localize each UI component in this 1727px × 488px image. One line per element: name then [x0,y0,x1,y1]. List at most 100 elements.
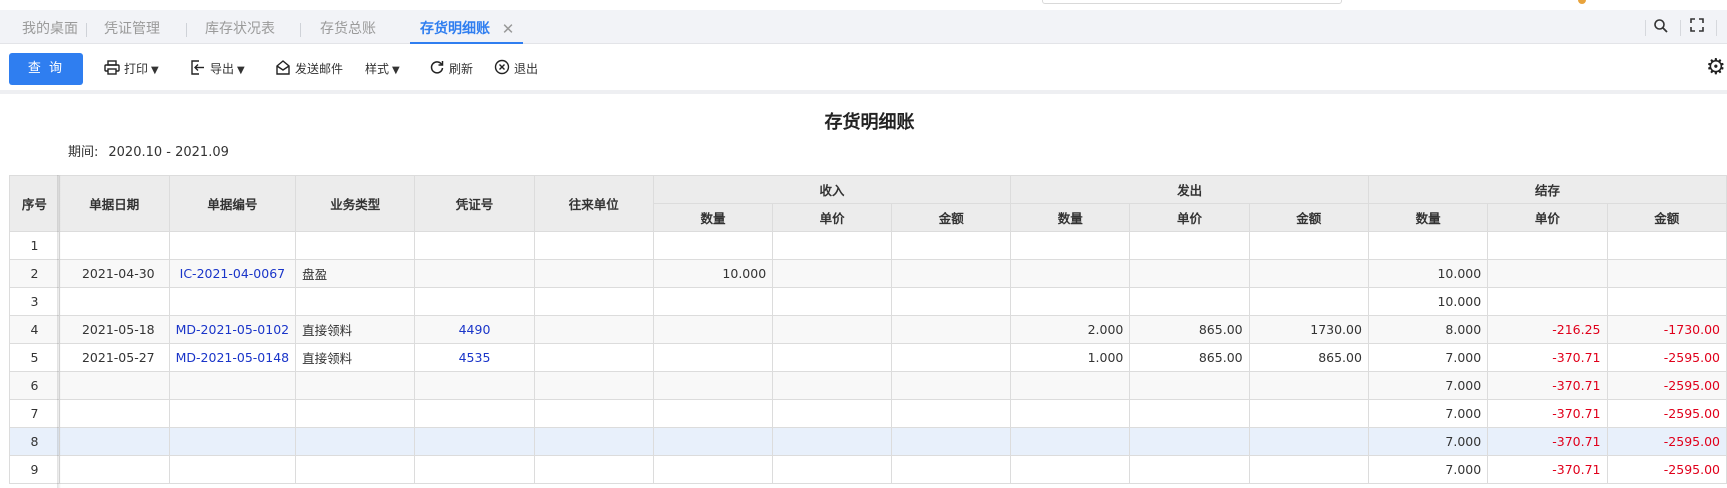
column-header-out-price[interactable]: 单价 [1129,203,1250,232]
table-row[interactable]: 5 2021-05-27 MD-2021-05-0148 直接领料 4535 1… [9,343,1727,372]
close-circle-icon [493,59,511,81]
table-row[interactable]: 9 7.000 -370.71 -2595.00 [9,455,1727,484]
column-header-biz-type[interactable]: 业务类型 [295,175,416,232]
row-out-price [1129,427,1250,456]
column-header-balance-amount[interactable]: 金额 [1606,203,1727,232]
row-balance-qty: 10.000 [1367,287,1489,316]
row-voucher[interactable]: 4490 [414,315,535,344]
row-out-amount [1248,455,1369,484]
column-header-out-qty[interactable]: 数量 [1010,203,1131,232]
row-out-price: 865.00 [1129,315,1250,344]
table-row[interactable]: 2 2021-04-30 IC-2021-04-0067 盘盈 10.000 1… [9,259,1727,288]
notification-mark[interactable] [1578,0,1586,4]
refresh-label: 刷新 [449,62,474,76]
row-date [58,231,170,260]
column-group-out: 发出 [1010,175,1369,204]
print-button[interactable]: 打印 ▼ [103,58,159,80]
global-search-box[interactable] [1042,0,1342,4]
tab-inventory-ledger[interactable]: 存货总账 [320,10,376,44]
refresh-button[interactable]: 刷新 [428,58,473,80]
export-label: 导出 [210,62,235,76]
row-voucher[interactable] [414,287,535,316]
row-balance-amount [1606,231,1727,260]
row-balance-price: -216.25 [1487,315,1608,344]
printer-icon [103,59,121,81]
row-doc-no[interactable] [168,371,297,400]
gear-icon[interactable]: ⚙ [1706,55,1726,81]
column-header-in-qty[interactable]: 数量 [652,203,774,232]
mail-icon [274,59,292,81]
row-out-amount [1248,259,1369,288]
table-row[interactable]: 1 [9,231,1727,260]
tab-my-desktop[interactable]: 我的桌面 [22,10,78,44]
export-button[interactable]: 导出 ▼ [189,58,245,80]
row-doc-no[interactable] [168,231,297,260]
row-biz-type [295,371,416,400]
row-voucher[interactable] [414,399,535,428]
row-voucher[interactable] [414,231,535,260]
column-header-in-amount[interactable]: 金额 [891,203,1012,232]
column-header-index[interactable]: 序号 [9,175,60,232]
table-row[interactable]: 6 7.000 -370.71 -2595.00 [9,371,1727,400]
tab-voucher-management[interactable]: 凭证管理 [104,10,160,44]
row-doc-no[interactable]: MD-2021-05-0148 [168,343,297,372]
row-biz-type [295,399,416,428]
row-balance-qty: 10.000 [1367,259,1489,288]
exit-button[interactable]: 退出 [493,58,538,80]
row-out-qty [1010,427,1131,456]
row-biz-type [295,455,416,484]
row-out-qty [1010,455,1131,484]
row-doc-no[interactable] [168,287,297,316]
column-header-date[interactable]: 单据日期 [58,175,170,232]
search-icon[interactable] [1652,18,1670,36]
row-in-amount [891,259,1012,288]
row-doc-no[interactable]: MD-2021-05-0102 [168,315,297,344]
row-in-qty [652,287,774,316]
row-doc-no[interactable] [168,455,297,484]
row-voucher[interactable] [414,455,535,484]
row-voucher[interactable] [414,259,535,288]
table-row[interactable]: 4 2021-05-18 MD-2021-05-0102 直接领料 4490 2… [9,315,1727,344]
row-index: 2 [9,259,60,288]
style-dropdown[interactable]: 样式 ▼ [365,58,400,80]
table-row-selected[interactable]: 8 7.000 -370.71 -2595.00 [9,427,1727,456]
column-header-doc-no[interactable]: 单据编号 [168,175,297,232]
table-row[interactable]: 7 7.000 -370.71 -2595.00 [9,399,1727,428]
tab-separator [86,23,87,37]
column-header-out-amount[interactable]: 金额 [1248,203,1369,232]
column-header-voucher[interactable]: 凭证号 [414,175,535,232]
column-header-partner[interactable]: 往来单位 [533,175,654,232]
tab-inventory-detail-ledger[interactable]: 存货明细账 [420,10,490,44]
row-partner [533,427,654,456]
column-header-balance-qty[interactable]: 数量 [1367,203,1489,232]
chevron-down-icon: ▼ [237,65,245,76]
exit-label: 退出 [514,62,539,76]
row-out-amount [1248,399,1369,428]
row-balance-qty: 7.000 [1367,427,1489,456]
fullscreen-icon[interactable] [1688,18,1706,36]
query-button[interactable]: 查 询 [9,53,83,85]
row-index: 4 [9,315,60,344]
row-balance-amount: -1730.00 [1606,315,1727,344]
period-value: 2020.10 - 2021.09 [108,145,229,160]
row-out-amount [1248,231,1369,260]
row-doc-no[interactable] [168,427,297,456]
column-header-in-price[interactable]: 单价 [772,203,893,232]
tab-inventory-status[interactable]: 库存状况表 [205,10,275,44]
row-voucher[interactable] [414,427,535,456]
row-voucher[interactable] [414,371,535,400]
row-doc-no[interactable]: IC-2021-04-0067 [168,259,297,288]
period-info: 期间: 2020.10 - 2021.09 [68,141,229,160]
close-tab-icon[interactable]: ✕ [500,21,516,37]
row-date [58,427,170,456]
export-icon [189,59,207,81]
row-balance-qty: 7.000 [1367,371,1489,400]
send-email-button[interactable]: 发送邮件 [274,58,343,80]
row-voucher[interactable]: 4535 [414,343,535,372]
column-header-balance-price[interactable]: 单价 [1487,203,1608,232]
row-biz-type: 直接领料 [295,315,416,344]
row-out-amount: 865.00 [1248,343,1369,372]
row-doc-no[interactable] [168,399,297,428]
table-row[interactable]: 3 10.000 [9,287,1727,316]
row-index: 7 [9,399,60,428]
